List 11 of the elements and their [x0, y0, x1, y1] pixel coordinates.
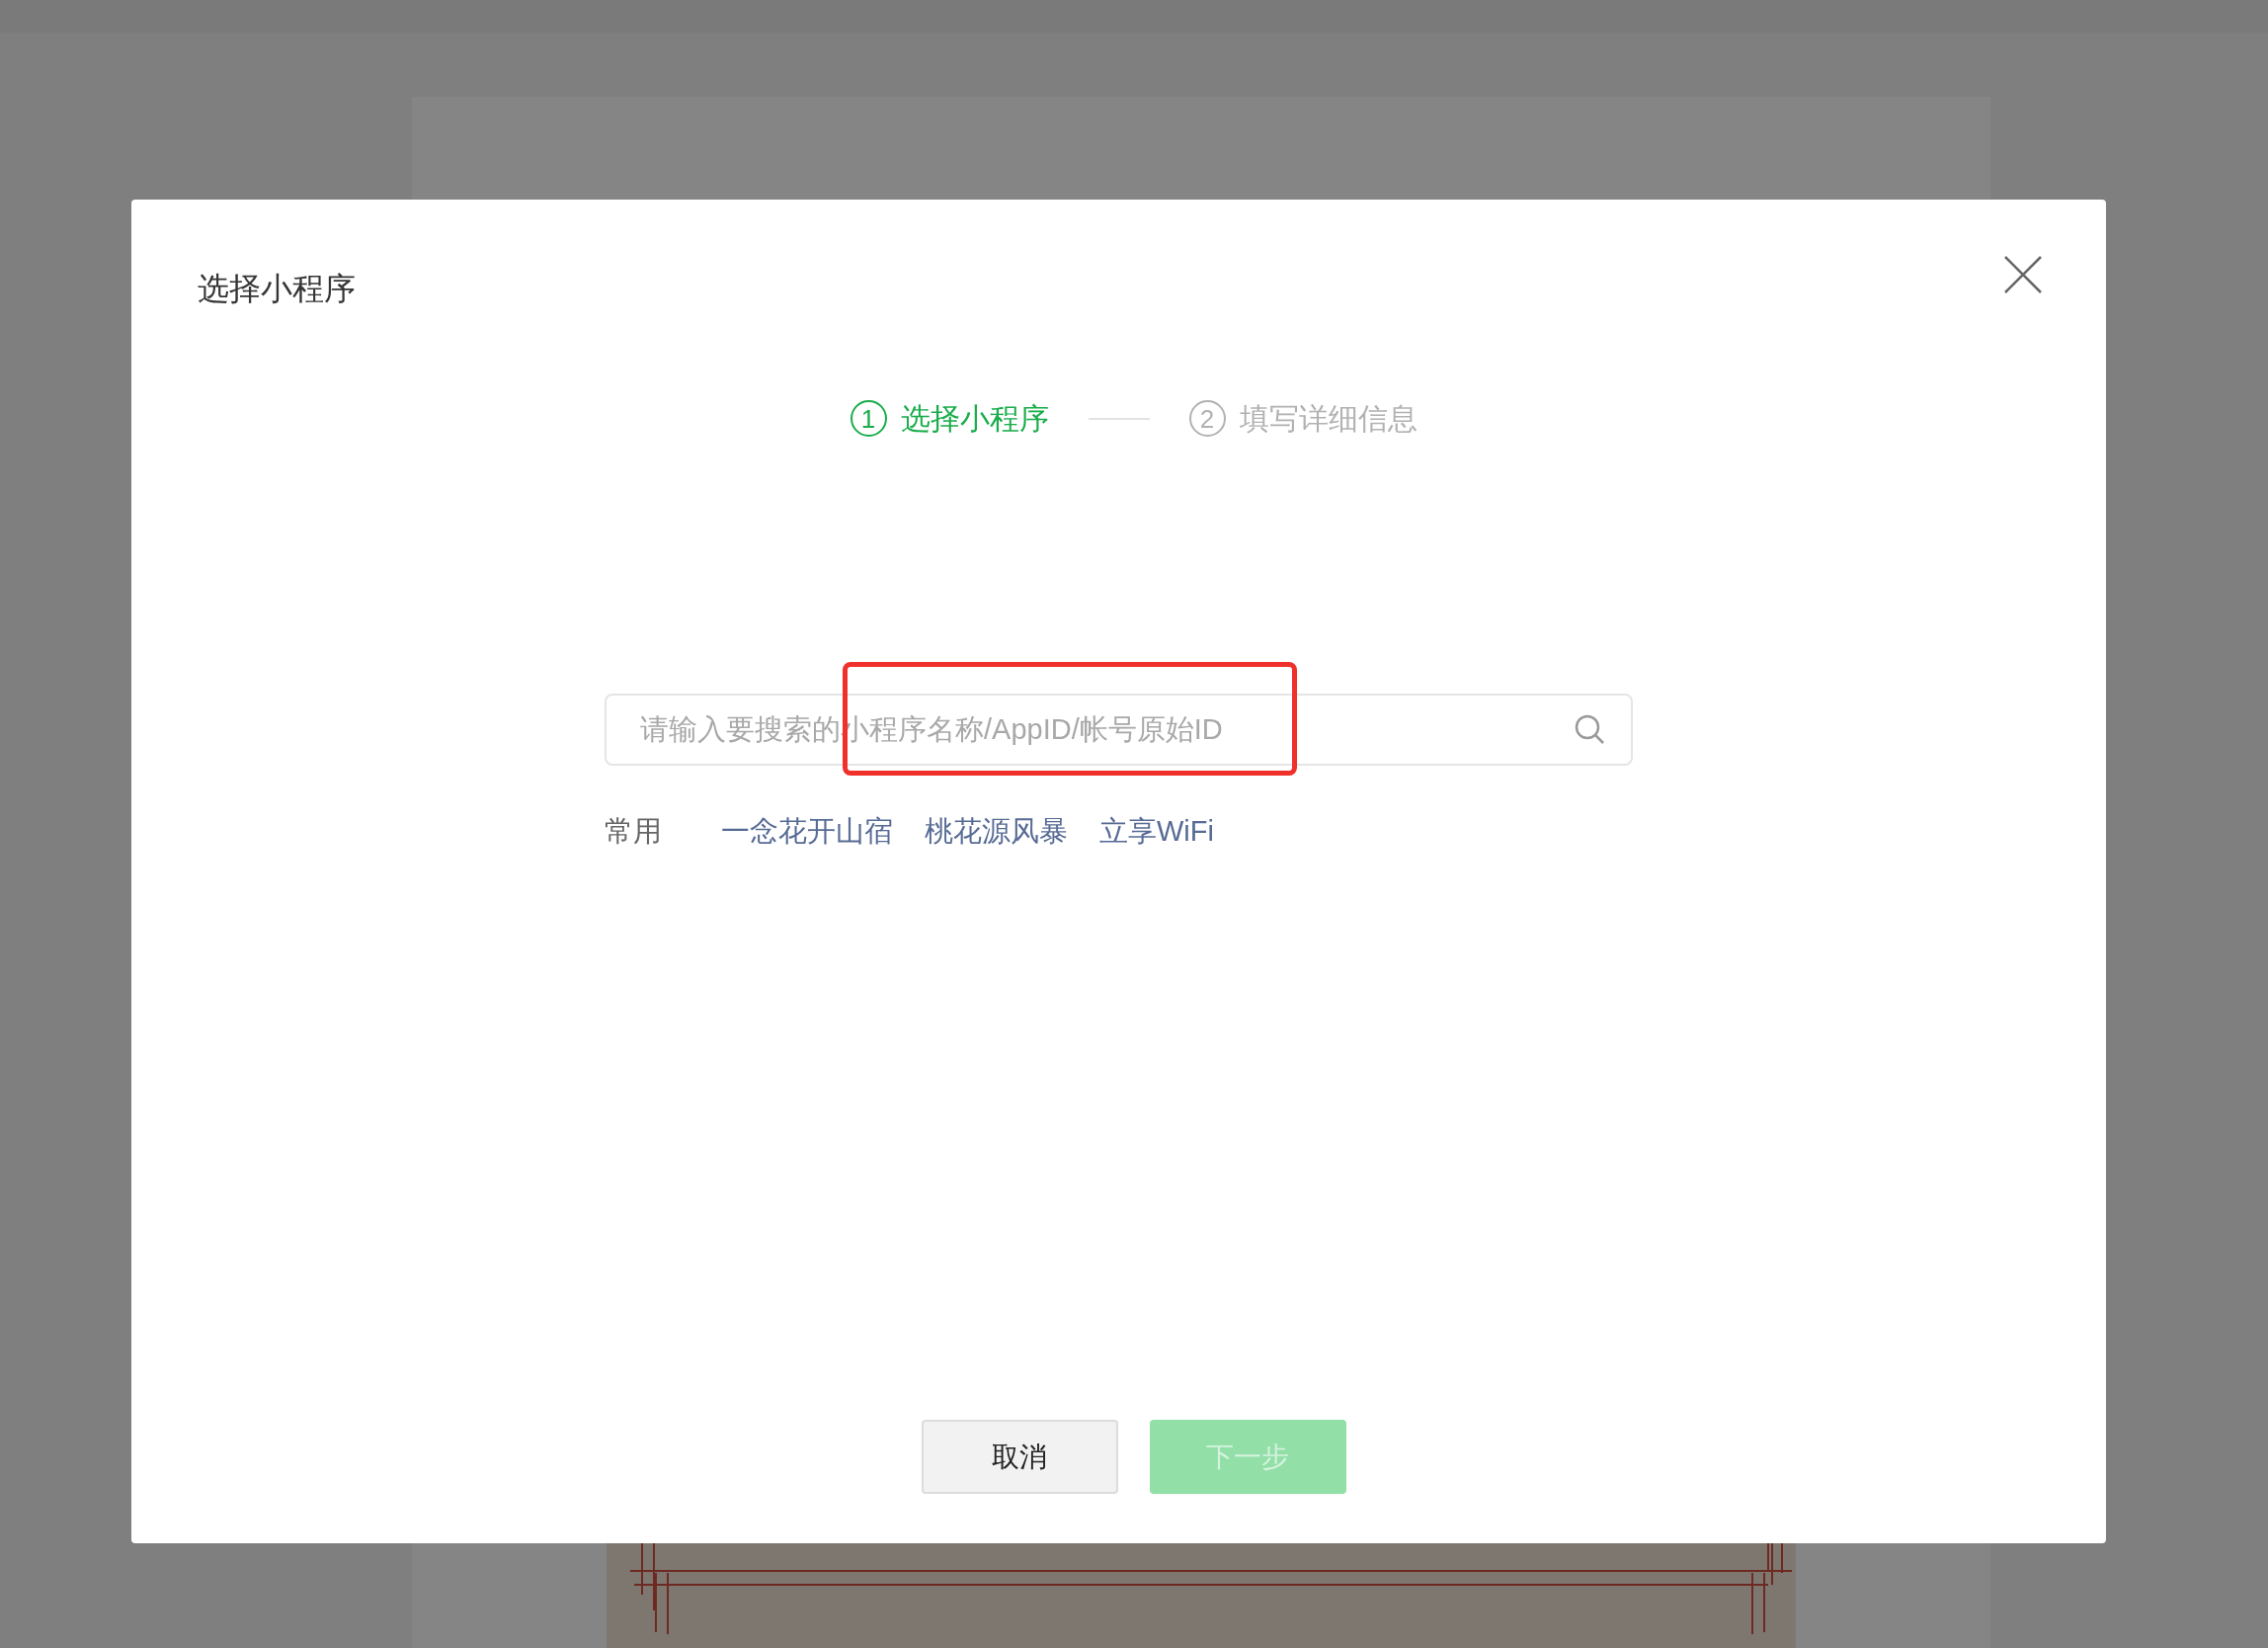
- step-number: 2: [1188, 400, 1226, 437]
- dialog-title: 选择小程序: [198, 270, 356, 308]
- recent-link[interactable]: 桃花源风暴: [925, 810, 1068, 854]
- cancel-button[interactable]: 取消: [921, 1420, 1118, 1494]
- step-label: 选择小程序: [900, 401, 1049, 437]
- search-icon: [1574, 713, 1605, 745]
- step-label: 填写详细信息: [1239, 401, 1418, 437]
- recent-label: 常用: [605, 814, 662, 849]
- recent-link[interactable]: 立享WiFi: [1099, 810, 1214, 854]
- step-number: 1: [850, 400, 887, 437]
- recent-link[interactable]: 一念花开山宿: [721, 810, 893, 854]
